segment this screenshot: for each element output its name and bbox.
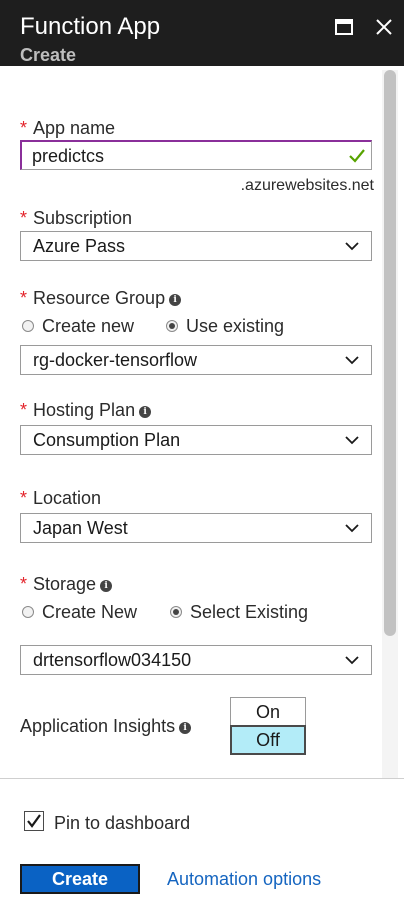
close-icon[interactable] <box>374 17 394 37</box>
pin-to-dashboard-label[interactable]: Pin to dashboard <box>54 812 190 834</box>
app-name-label: * App name <box>20 118 116 138</box>
info-icon[interactable]: i <box>179 722 192 734</box>
blade-subtitle: Create <box>20 45 77 65</box>
subscription-dropdown[interactable]: Azure Pass <box>20 231 372 261</box>
chevron-down-icon <box>345 656 359 665</box>
automation-options-link[interactable]: Automation options <box>167 868 321 890</box>
radio-button-checked[interactable] <box>166 320 178 332</box>
resource-group-dropdown[interactable]: rg-docker-tensorflow <box>20 345 372 375</box>
radio-select-existing-storage[interactable]: Select Existing <box>170 601 330 623</box>
radio-button-unchecked[interactable] <box>22 320 34 332</box>
storage-value: drtensorflow034150 <box>33 650 192 670</box>
application-insights-toggle[interactable]: On Off <box>230 697 306 757</box>
application-insights-label: Application Insights i <box>20 715 192 737</box>
chevron-down-icon <box>345 356 359 365</box>
radio-button-checked[interactable] <box>170 606 182 618</box>
location-value: Japan West <box>33 518 128 538</box>
scrollbar-thumb[interactable] <box>384 70 396 636</box>
blade-title: Function App <box>20 13 161 40</box>
radio-create-new-storage[interactable]: Create New <box>22 601 157 623</box>
subscription-label: * Subscription <box>20 208 133 228</box>
app-name-field[interactable] <box>20 140 372 170</box>
location-label: * Location <box>20 488 102 508</box>
storage-label: * Storage i <box>20 573 113 595</box>
hosting-plan-value: Consumption Plan <box>33 430 181 450</box>
resource-group-label: * Resource Group i <box>20 287 182 309</box>
radio-use-existing-resource-group[interactable]: Use existing <box>166 315 306 337</box>
chevron-down-icon <box>345 524 359 533</box>
required-marker: * <box>20 118 28 138</box>
footer-divider <box>0 778 404 779</box>
storage-dropdown[interactable]: drtensorflow034150 <box>20 645 372 675</box>
info-icon[interactable]: i <box>169 294 182 306</box>
subscription-value: Azure Pass <box>33 236 126 256</box>
info-icon[interactable]: i <box>139 406 152 418</box>
radio-create-new-resource-group[interactable]: Create new <box>22 315 152 337</box>
required-marker: * <box>20 400 28 420</box>
hosting-plan-label: * Hosting Plan i <box>20 399 152 421</box>
maximize-icon[interactable] <box>334 17 354 37</box>
vertical-scrollbar[interactable] <box>382 70 398 778</box>
hosting-plan-dropdown[interactable]: Consumption Plan <box>20 425 372 455</box>
checkmark-icon <box>27 814 41 828</box>
function-app-create-blade: Function App Create *App name .azurewebs… <box>0 0 404 902</box>
radio-button-unchecked[interactable] <box>22 606 34 618</box>
required-marker: * <box>20 574 28 594</box>
resource-group-value: rg-docker-tensorflow <box>33 350 198 370</box>
required-marker: * <box>20 208 28 228</box>
create-button[interactable]: Create <box>20 864 140 894</box>
chevron-down-icon <box>345 242 359 251</box>
domain-suffix: .azurewebsites.net <box>240 177 374 194</box>
blade-header: Function App Create <box>0 0 404 66</box>
info-icon[interactable]: i <box>100 580 113 592</box>
valid-check-icon <box>349 149 365 163</box>
toggle-on-option[interactable]: On <box>230 697 306 727</box>
required-marker: * <box>20 488 28 508</box>
toggle-off-option[interactable]: Off <box>230 725 306 755</box>
app-name-input[interactable] <box>32 144 332 168</box>
pin-to-dashboard-checkbox[interactable] <box>24 811 44 831</box>
location-dropdown[interactable]: Japan West <box>20 513 372 543</box>
required-marker: * <box>20 288 28 308</box>
chevron-down-icon <box>345 436 359 445</box>
